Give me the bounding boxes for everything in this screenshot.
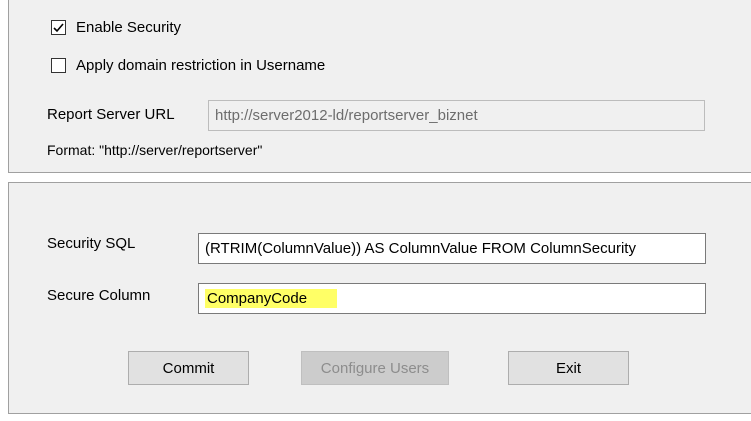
enable-security-option[interactable]: Enable Security [51, 19, 181, 36]
domain-restriction-checkbox[interactable] [51, 58, 66, 73]
commit-button[interactable]: Commit [128, 351, 249, 385]
checkmark-icon [53, 22, 64, 32]
column-security-panel: Security SQL (RTRIM(ColumnValue)) AS Col… [8, 182, 751, 414]
security-sql-input[interactable]: (RTRIM(ColumnValue)) AS ColumnValue FROM… [198, 233, 706, 264]
url-format-hint: Format: "http://server/reportserver" [47, 142, 263, 158]
exit-button[interactable]: Exit [508, 351, 629, 385]
security-settings-panel: Enable Security Apply domain restriction… [8, 0, 751, 173]
report-server-url-input[interactable]: http://server2012-ld/reportserver_biznet [208, 100, 705, 131]
security-sql-label: Security SQL [47, 235, 136, 252]
secure-column-input[interactable]: CompanyCode [198, 283, 706, 314]
domain-restriction-label: Apply domain restriction in Username [76, 57, 326, 74]
enable-security-checkbox[interactable] [51, 20, 66, 35]
secure-column-label: Secure Column [47, 287, 151, 304]
domain-restriction-option[interactable]: Apply domain restriction in Username [51, 57, 325, 74]
secure-column-value: CompanyCode [205, 289, 338, 308]
configure-users-button[interactable]: Configure Users [301, 351, 449, 385]
enable-security-label: Enable Security [76, 19, 182, 36]
report-server-url-label: Report Server URL [47, 106, 175, 123]
